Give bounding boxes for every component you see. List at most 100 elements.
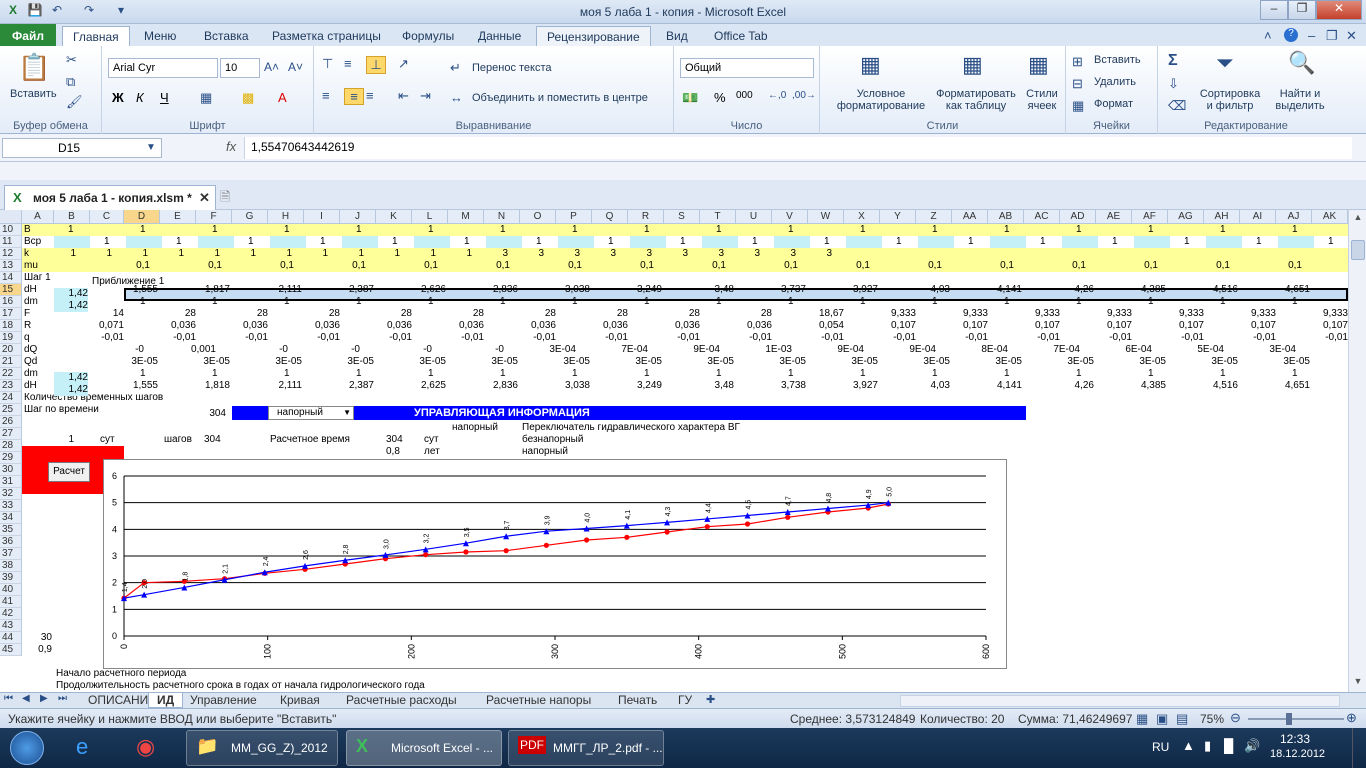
data-cell[interactable]: 1 <box>644 296 658 308</box>
cell-a-label[interactable] <box>24 548 54 560</box>
row-header[interactable]: 14 <box>0 272 22 284</box>
data-cell[interactable]: 3E-05 <box>628 356 662 368</box>
data-cell[interactable]: 1 <box>788 296 802 308</box>
row-header[interactable]: 25 <box>0 404 22 416</box>
row-header[interactable]: 13 <box>0 260 22 272</box>
data-cell[interactable]: 7E-04 <box>1046 344 1080 356</box>
data-cell[interactable]: 1 <box>248 236 262 248</box>
col-header-e[interactable]: E <box>160 210 196 224</box>
data-cell[interactable]: 1 <box>752 236 766 248</box>
font-color-icon[interactable]: A <box>278 90 287 105</box>
data-cell[interactable]: 9E-04 <box>686 344 720 356</box>
row-header[interactable]: 44 <box>0 632 22 644</box>
data-cell[interactable]: -0,01 <box>1170 332 1204 344</box>
data-cell[interactable]: 28 <box>162 308 196 320</box>
cell-a-label[interactable] <box>24 428 54 440</box>
tab-data[interactable]: Данные <box>468 26 531 46</box>
cell-a-label[interactable] <box>24 584 54 596</box>
cell-a-label[interactable]: Qd <box>24 356 54 368</box>
data-cell[interactable]: 1 <box>450 248 472 260</box>
data-cell[interactable]: 3 <box>630 248 652 260</box>
data-cell[interactable]: 0,1 <box>988 260 1014 272</box>
data-cell[interactable]: 1 <box>1076 296 1090 308</box>
data-cell[interactable]: 4,03 <box>916 284 950 296</box>
data-cell[interactable]: 3 <box>738 248 760 260</box>
col-header-t[interactable]: T <box>700 210 736 224</box>
cell-a-label[interactable] <box>24 512 54 524</box>
grow-font-icon[interactable]: A˄ <box>264 60 279 74</box>
cell-b16[interactable]: 1,42 <box>54 300 88 312</box>
data-cell[interactable]: 1E-03 <box>758 344 792 356</box>
cell-a-label[interactable]: dH <box>24 284 54 296</box>
col-header-ab[interactable]: AB <box>988 210 1024 224</box>
data-cell[interactable]: 3 <box>486 248 508 260</box>
fill-color-icon[interactable]: ▩ <box>242 90 254 106</box>
data-cell[interactable]: 2,111 <box>268 284 302 296</box>
data-cell[interactable]: 0,036 <box>738 320 772 332</box>
data-cell[interactable]: 1,818 <box>196 380 230 392</box>
data-cell[interactable]: 1 <box>90 248 112 260</box>
page-layout-view-icon[interactable]: ▣ <box>1156 711 1168 727</box>
col-header-p[interactable]: P <box>556 210 592 224</box>
name-box[interactable]: D15 <box>2 138 162 158</box>
data-cell[interactable]: 3,737 <box>772 284 806 296</box>
data-cell[interactable]: 1 <box>176 236 190 248</box>
vertical-scrollbar[interactable]: ▲ ▼ <box>1348 210 1366 708</box>
data-cell[interactable]: 1 <box>608 236 622 248</box>
cell-o27[interactable]: напорный <box>522 446 602 458</box>
data-cell[interactable]: 1 <box>1256 236 1270 248</box>
data-cell[interactable]: 1 <box>464 236 478 248</box>
taskbar-excel[interactable]: Microsoft Excel - ... <box>346 730 502 766</box>
data-cell[interactable]: 0,107 <box>1170 320 1204 332</box>
data-cell[interactable]: -0,01 <box>1314 332 1348 344</box>
data-cell[interactable]: 3 <box>774 248 796 260</box>
cell-a-label[interactable]: B <box>24 224 54 236</box>
data-cell[interactable]: 1 <box>234 248 256 260</box>
number-format-combo[interactable]: Общий <box>680 58 814 78</box>
data-cell[interactable]: 1 <box>896 236 910 248</box>
data-cell[interactable]: 1 <box>788 224 802 236</box>
page-break-view-icon[interactable]: ▤ <box>1176 711 1188 727</box>
data-cell[interactable]: 3E-05 <box>196 356 230 368</box>
col-header-ak[interactable]: AK <box>1312 210 1348 224</box>
col-header-o[interactable]: O <box>520 210 556 224</box>
data-cell[interactable]: -0,01 <box>882 332 916 344</box>
data-cell[interactable]: 1 <box>1148 296 1162 308</box>
data-cell[interactable]: 1 <box>1292 296 1306 308</box>
data-cell[interactable]: 3E-05 <box>124 356 158 368</box>
data-cell[interactable]: 0,036 <box>594 320 628 332</box>
ribbon-minimize-icon[interactable]: ˄ <box>1264 28 1272 43</box>
data-cell[interactable]: 1 <box>428 224 442 236</box>
data-cell[interactable]: 3E-05 <box>844 356 878 368</box>
data-cell[interactable]: 0,1 <box>340 260 366 272</box>
battery-icon[interactable]: ▮ <box>1204 738 1211 754</box>
row-header[interactable]: 38 <box>0 560 22 572</box>
data-cell[interactable]: 1 <box>1148 368 1162 380</box>
col-header-l[interactable]: L <box>412 210 448 224</box>
data-cell[interactable]: 0,107 <box>1098 320 1132 332</box>
horizontal-scrollbar[interactable] <box>900 695 1340 707</box>
data-cell[interactable]: 1 <box>1004 296 1018 308</box>
col-header-ah[interactable]: AH <box>1204 210 1240 224</box>
col-header-g[interactable]: G <box>232 210 268 224</box>
data-cell[interactable]: 1 <box>162 248 184 260</box>
col-header-f[interactable]: F <box>196 210 232 224</box>
chart[interactable]: 0 1 2 3 4 5 6 0 100 200 300 400 500 600 1,4 2,0 1,8 2,1 2,… <box>103 459 1007 669</box>
next-sheet-icon[interactable]: ▶ <box>40 693 48 704</box>
cell-a-label[interactable] <box>24 608 54 620</box>
col-header-k[interactable]: K <box>376 210 412 224</box>
data-cell[interactable]: 1 <box>284 368 298 380</box>
borders-icon[interactable]: ▦ <box>200 90 212 106</box>
data-cell[interactable]: 0,1 <box>844 260 870 272</box>
data-cell[interactable]: 0,1 <box>1060 260 1086 272</box>
data-cell[interactable]: 2,387 <box>340 380 374 392</box>
data-cell[interactable]: 1 <box>1328 236 1342 248</box>
data-cell[interactable]: 14 <box>90 308 124 320</box>
data-cell[interactable]: 2,387 <box>340 284 374 296</box>
col-header-ag[interactable]: AG <box>1168 210 1204 224</box>
data-cell[interactable]: 28 <box>666 308 700 320</box>
data-cell[interactable]: 3 <box>666 248 688 260</box>
data-cell[interactable]: -0,01 <box>378 332 412 344</box>
data-cell[interactable]: 1 <box>500 368 514 380</box>
data-cell[interactable]: 9,333 <box>1242 308 1276 320</box>
